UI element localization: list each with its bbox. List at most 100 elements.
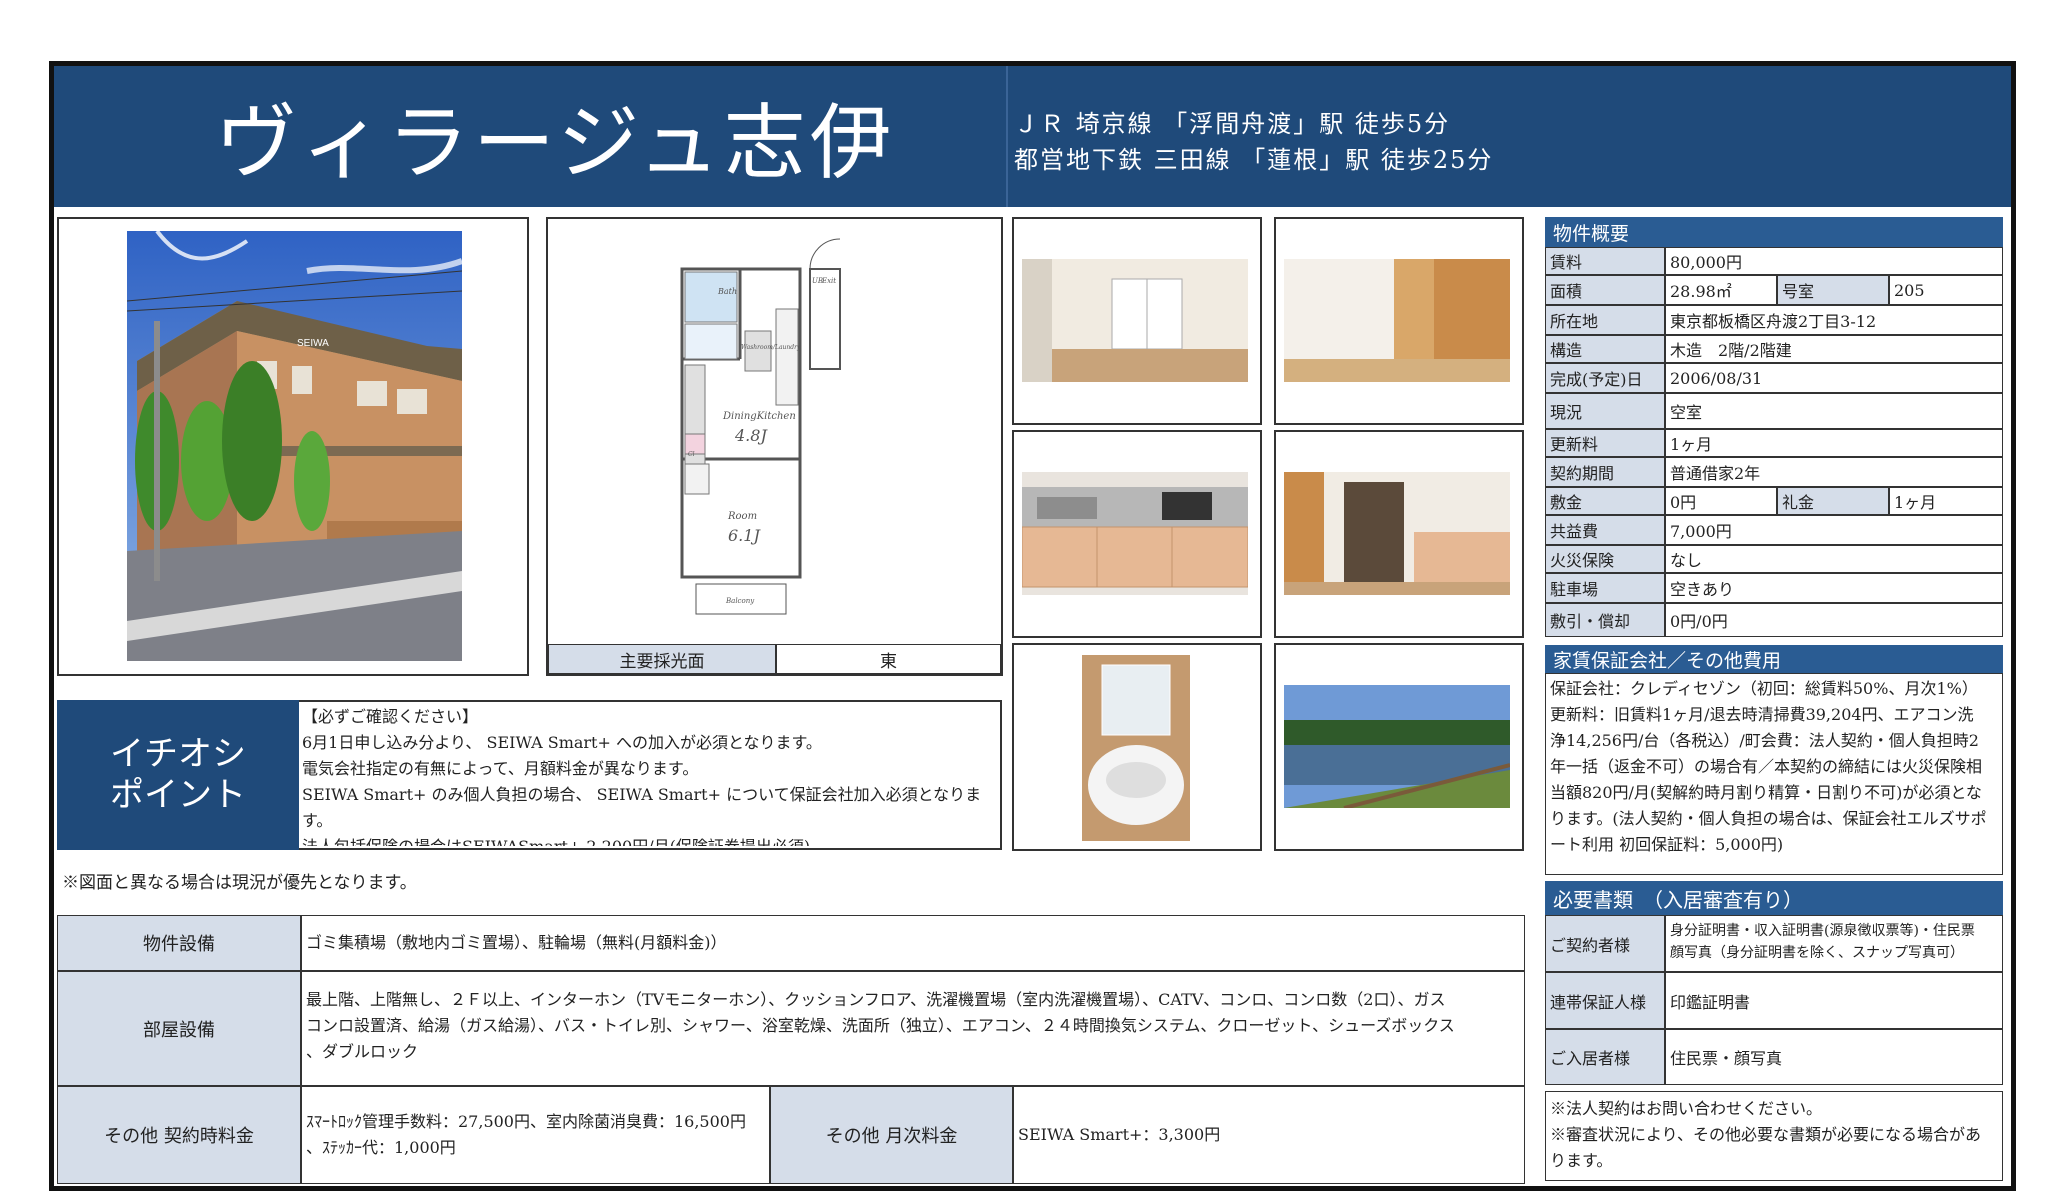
contract-fee-line: ｽﾏｰﾄﾛｯｸ管理手数料：27,500円、室内除菌消臭費：16,500円 [306,1112,746,1131]
contract-fee-label: その他 契約時料金 [57,1086,301,1184]
plan-label-exit: Exit [821,277,836,285]
address-value: 東京都板橋区舟渡2丁目3-12 [1665,305,2003,335]
property-title: ヴィラージュ志伊 [215,96,896,191]
plan-label-balcony: Balcony [725,597,755,605]
contract-period-label: 契約期間 [1545,457,1665,487]
guarantee-line: ります。(法人契約・個人負担の場合は、保証会社エルズサポ [1550,809,1987,828]
building-sign-text: SEIWA [297,338,329,349]
room-facilities-line: 最上階、上階無し、２Ｆ以上、インターホン（TVモニターホン）、クッションフロア、… [306,990,1446,1009]
interior-photo-1[interactable] [1022,259,1248,382]
rent-label: 賃料 [1545,247,1665,275]
built-date-value: 2006/08/31 [1665,363,2003,393]
parking-label: 駐車場 [1545,573,1665,603]
documents-note-line: ※審査状況により、その他必要な書類が必要になる場合があ [1550,1125,1982,1144]
highlight-line: 電気会社指定の有無によって、月額料金が異なります。 [302,759,699,778]
exterior-photo-frame: SEIWA [57,217,529,676]
monthly-fee-label: その他 月次料金 [770,1086,1013,1184]
fire-insurance-label: 火災保険 [1545,545,1665,573]
built-date-label: 完成(予定)日 [1545,363,1665,393]
documents-heading: 必要書類 （入居審査有り） [1545,881,2003,915]
parking-value: 空きあり [1665,573,2003,603]
doc-value-resident: 住民票・顔写真 [1665,1029,2003,1085]
guarantee-line: 浄14,256円/台（各税込）/町会費：法人契約・個人負担時2 [1550,731,1979,750]
renewal-label: 更新料 [1545,429,1665,457]
building-facilities-label: 物件設備 [57,915,301,971]
structure-value: 木造 2階/2階建 [1665,335,2003,363]
guarantee-heading: 家賃保証会社／その他費用 [1545,645,2003,673]
interior-photo-2[interactable] [1284,259,1510,382]
guarantee-line: 年一括（返金不可）の場合有／本契約の締結には火災保険相 [1550,757,1983,776]
interior-photo-frame-5 [1012,643,1262,851]
highlight-line: SEIWA Smart+ のみ個人負担の場合、 SEIWA Smart+ につい… [302,785,982,804]
contract-fee-line: 、ｽﾃｯｶｰ代：1,000円 [306,1138,456,1157]
highlight-text: 【必ずご確認ください】 6月1日申し込み分より、 SEIWA Smart+ への… [302,704,997,846]
building-facilities-value: ゴミ集積場（敷地内ゴミ置場）、駐輪場（無料(月額料金)） [301,915,1525,971]
floor-plan-frame: Bath Washroom/Laundry DiningKitchen 4.8J… [546,217,1003,676]
interior-photo-frame-2 [1274,217,1524,425]
plan-label-room-size: 6.1J [728,526,761,545]
highlight-line: 法人包括保険の場合はSEIWASmart+ 2,200円/月(保険証券提出必須) [302,834,997,846]
interior-photo-washroom[interactable] [1082,655,1190,841]
contract-period-value: 普通借家2年 [1665,457,2003,487]
plan-label-closet: Cl [688,451,695,458]
plan-priority-note: ※図面と異なる場合は現況が優先となります。 [62,873,417,893]
rent-value: 80,000円 [1665,247,2003,275]
highlight-line: 【必ずご確認ください】 [302,707,479,726]
plan-label-washroom: Washroom/Laundry [741,344,801,351]
highlight-label-line-2: ポイント [110,775,246,815]
monthly-fee-value: SEIWA Smart+：3,300円 [1013,1086,1525,1184]
highlight-label: イチオシ ポイント [57,700,299,850]
guarantee-line: 更新料：旧賃料1ヶ月/退去時清掃費39,204円、エアコン洗 [1550,705,1974,724]
status-value: 空室 [1665,393,2003,429]
plan-label-room: Room [727,511,757,522]
station-line-1: ＪＲ 埼京線 「浮間舟渡」駅 徒歩5分 [1014,110,1451,138]
status-label: 現況 [1545,393,1665,429]
surroundings-photo[interactable] [1284,685,1510,808]
room-facilities-line: 、ダブルロック [306,1042,419,1061]
interior-photo-4[interactable] [1284,472,1510,595]
station-line-2: 都営地下鉄 三田線 「蓮根」駅 徒歩25分 [1014,146,1494,174]
interior-photo-kitchen[interactable] [1022,472,1248,595]
highlight-line: す。 [302,811,333,830]
room-number-label: 号室 [1777,275,1889,305]
highlight-line: 6月1日申し込み分より、 SEIWA Smart+ への加入が必須となります。 [302,733,822,752]
guarantee-line: ート利用 初回保証料：5,000円) [1550,835,1784,854]
doc-label-resident: ご入居者様 [1545,1029,1665,1085]
lighting-label: 主要採光面 [548,644,776,674]
renewal-value: 1ヶ月 [1665,429,2003,457]
doc-label-contractor: ご契約者様 [1545,915,1665,972]
room-facilities-label: 部屋設備 [57,971,301,1086]
deduction-label: 敷引・償却 [1545,603,1665,637]
interior-photo-frame-6 [1274,643,1524,851]
documents-notes: ※法人契約はお問い合わせください。 ※審査状況により、その他必要な書類が必要にな… [1545,1091,2003,1181]
doc-value-line: 身分証明書・収入証明書(源泉徴収票等)・住民票 [1670,923,1975,939]
doc-value-contractor: 身分証明書・収入証明書(源泉徴収票等)・住民票 顔写真（身分証明書を除く、スナッ… [1665,915,2003,972]
room-facilities-line: コンロ設置済、給湯（ガス給湯）、バス・トイレ別、シャワー、浴室乾燥、洗面所（独立… [306,1016,1455,1035]
documents-note-line: ※法人契約はお問い合わせください。 [1550,1099,1823,1118]
deduction-value: 0円/0円 [1665,603,2003,637]
documents-note-line: ります。 [1550,1151,1613,1170]
highlight-label-line-1: イチオシ [110,734,246,775]
structure-label: 構造 [1545,335,1665,363]
doc-label-guarantor: 連帯保証人様 [1545,972,1665,1029]
common-fee-value: 7,000円 [1665,515,2003,545]
interior-photo-frame-3 [1012,430,1262,638]
doc-value-guarantor: 印鑑証明書 [1665,972,2003,1029]
guarantee-text: 保証会社：クレディセゾン（初回：総賃料50%、月次1%） 更新料：旧賃料1ヶ月/… [1545,673,2003,875]
contract-fee-value: ｽﾏｰﾄﾛｯｸ管理手数料：27,500円、室内除菌消臭費：16,500円 、ｽﾃ… [301,1086,770,1184]
summary-heading: 物件概要 [1545,217,2003,247]
floor-plan-drawing[interactable]: Bath Washroom/Laundry DiningKitchen 4.8J… [548,219,1001,644]
address-label: 所在地 [1545,305,1665,335]
summary-panel: 物件概要 賃料 80,000円 面積 28.98㎡ 号室 205 所在地 東京都… [1545,217,2009,645]
room-facilities-value: 最上階、上階無し、２Ｆ以上、インターホン（TVモニターホン）、クッションフロア、… [301,971,1525,1086]
deposit-label: 敷金 [1545,487,1665,515]
deposit-value: 0円 [1665,487,1777,515]
interior-photo-frame-4 [1274,430,1524,638]
plan-label-bath: Bath [717,287,737,296]
exterior-photo[interactable]: SEIWA [127,231,462,661]
guarantee-line: 保証会社：クレディセゾン（初回：総賃料50%、月次1%） [1550,679,1978,698]
lighting-value: 東 [776,644,1001,674]
doc-value-line: 顔写真（身分証明書を除く、スナップ写真可） [1670,945,1964,961]
plan-label-dining-kitchen: DiningKitchen [722,411,796,422]
fire-insurance-value: なし [1665,545,2003,573]
